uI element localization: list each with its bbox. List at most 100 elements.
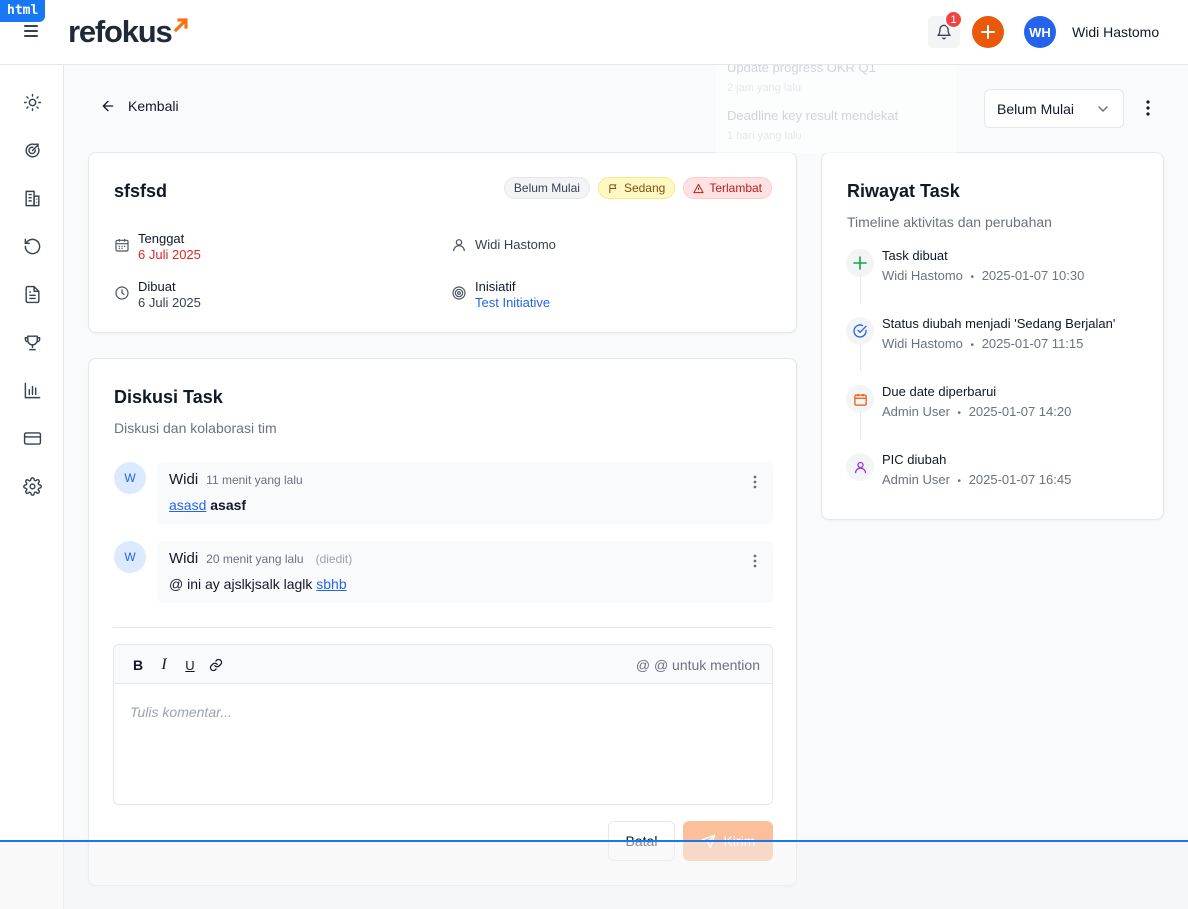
timeline-connector <box>860 413 861 439</box>
timeline-dot <box>846 249 874 277</box>
logo-arrow-icon <box>173 18 188 33</box>
back-button[interactable]: Kembali <box>100 98 179 114</box>
discussion-card: Diskusi Task Diskusi dan kolaborasi tim … <box>88 358 797 886</box>
timeline-connector <box>860 345 861 371</box>
more-options-button[interactable] <box>1139 98 1157 118</box>
timeline-separator: • <box>957 476 962 487</box>
bold-button[interactable]: B <box>128 655 148 675</box>
timeline-dot <box>846 453 874 481</box>
menu-icon[interactable] <box>24 24 38 38</box>
timeline-user: Admin User <box>882 472 950 487</box>
app-logo[interactable]: refokus <box>68 14 189 50</box>
building-icon[interactable] <box>22 188 42 208</box>
timeline-title: Due date diperbarui <box>882 384 997 399</box>
late-badge-label: Terlambat <box>709 181 762 195</box>
comment-options-button[interactable] <box>749 553 761 569</box>
history-subtitle: Timeline aktivitas dan perubahan <box>847 214 1052 230</box>
timeline-dot <box>846 317 874 345</box>
comment-edited-label: (diedit) <box>315 552 353 566</box>
arrow-left-icon <box>102 100 114 112</box>
user-name[interactable]: Widi Hastomo <box>1072 24 1159 40</box>
comment-mention[interactable]: asasd <box>169 497 206 513</box>
clock-icon <box>115 286 129 300</box>
timeline-time: 2025-01-07 14:20 <box>968 404 1072 419</box>
due-date-value: 6 Juli 2025 <box>138 247 201 262</box>
created-date-field: Dibuat 6 Juli 2025 <box>114 279 201 311</box>
comment-mention[interactable]: sbhb <box>316 576 346 592</box>
divider <box>113 627 773 628</box>
initiative-field: Inisiatif Test Initiative <box>451 279 550 311</box>
sidebar <box>0 65 64 909</box>
status-select[interactable]: Belum Mulai <box>984 89 1124 128</box>
status-badge: Belum Mulai <box>503 177 590 199</box>
status-badge-label: Belum Mulai <box>513 181 580 195</box>
back-label: Kembali <box>128 98 179 114</box>
plus-icon <box>981 25 995 39</box>
target-icon <box>452 286 466 300</box>
task-badges: Belum Mulai Sedang Terlambat <box>503 177 772 199</box>
check-circle-icon <box>853 324 867 338</box>
priority-badge-label: Sedang <box>623 181 666 195</box>
editor-toolbar: B I U @ @ untuk mention <box>114 645 772 684</box>
timeline-meta: Widi Hastomo • 2025-01-07 11:15 <box>882 336 1083 351</box>
comment-time: 11 menit yang lalu <box>206 473 303 487</box>
overlay-guide-line <box>0 840 1188 842</box>
comment-body: @ ini ay ajslkjsalk laglk sbhb <box>169 576 347 592</box>
kebab-icon <box>1146 100 1150 116</box>
notification-title[interactable]: Deadline key result mendekat <box>727 108 898 123</box>
plus-icon <box>853 256 867 270</box>
link-button[interactable] <box>206 655 226 675</box>
timeline-time: 2025-01-07 16:45 <box>968 472 1072 487</box>
underline-button[interactable]: U <box>180 655 200 675</box>
timeline-time: 2025-01-07 10:30 <box>981 268 1085 283</box>
created-date-value: 6 Juli 2025 <box>138 295 201 310</box>
document-icon[interactable] <box>22 284 42 304</box>
kebab-icon <box>753 475 757 489</box>
sun-icon[interactable] <box>22 92 42 112</box>
assignee-field: Widi Hastomo <box>451 237 556 253</box>
comment-avatar: W <box>114 541 146 573</box>
comment-options-button[interactable] <box>749 474 761 490</box>
timeline-user: Admin User <box>882 404 950 419</box>
comment-body: asasd asasf <box>169 497 246 513</box>
calendar-icon <box>853 393 867 406</box>
timeline-user: Widi Hastomo <box>882 336 963 351</box>
user-icon <box>854 461 866 473</box>
timeline-separator: • <box>970 272 975 283</box>
comment-input[interactable] <box>114 685 772 804</box>
task-detail-card: sfsfsd Belum Mulai Sedang Terlambat Teng… <box>88 152 797 333</box>
link-icon <box>209 658 223 672</box>
notification-time: 2 jam yang lalu <box>727 82 801 94</box>
bar-chart-icon[interactable] <box>22 380 42 400</box>
late-badge: Terlambat <box>683 177 772 199</box>
assignee-value: Widi Hastomo <box>475 237 556 252</box>
notification-time: 1 hari yang lalu <box>727 130 802 142</box>
due-date-field: Tenggat 6 Juli 2025 <box>114 231 201 263</box>
html-overlay-tag: html <box>0 0 46 22</box>
kebab-icon <box>753 554 757 568</box>
comment-author: Widi <box>169 471 199 488</box>
comment-author: Widi <box>169 550 199 567</box>
refresh-icon[interactable] <box>22 236 42 256</box>
italic-button[interactable]: I <box>154 655 174 675</box>
create-button[interactable] <box>972 16 1004 48</box>
initiative-link[interactable]: Test Initiative <box>475 295 550 311</box>
logo-text: refokus <box>68 14 173 49</box>
priority-badge: Sedang <box>597 177 676 199</box>
discussion-title: Diskusi Task <box>114 387 223 407</box>
due-date-label: Tenggat <box>138 231 185 246</box>
user-avatar[interactable]: WH <box>1024 16 1056 48</box>
target-icon[interactable] <box>22 140 42 160</box>
comment-text: @ ini ay ajslkjsalk laglk <box>169 576 313 592</box>
discussion-subtitle: Diskusi dan kolaborasi tim <box>114 420 277 436</box>
top-header: refokus 1 WH Widi Hastomo <box>0 0 1188 65</box>
timeline-separator: • <box>957 408 962 419</box>
timeline-user: Widi Hastomo <box>882 268 963 283</box>
trophy-icon[interactable] <box>22 332 42 352</box>
timeline-time: 2025-01-07 11:15 <box>981 336 1084 351</box>
gear-icon[interactable] <box>22 476 42 496</box>
credit-card-icon[interactable] <box>22 428 42 448</box>
timeline-meta: Admin User • 2025-01-07 16:45 <box>882 472 1071 487</box>
task-title: sfsfsd <box>114 181 168 201</box>
chevron-down-icon <box>1098 105 1108 112</box>
